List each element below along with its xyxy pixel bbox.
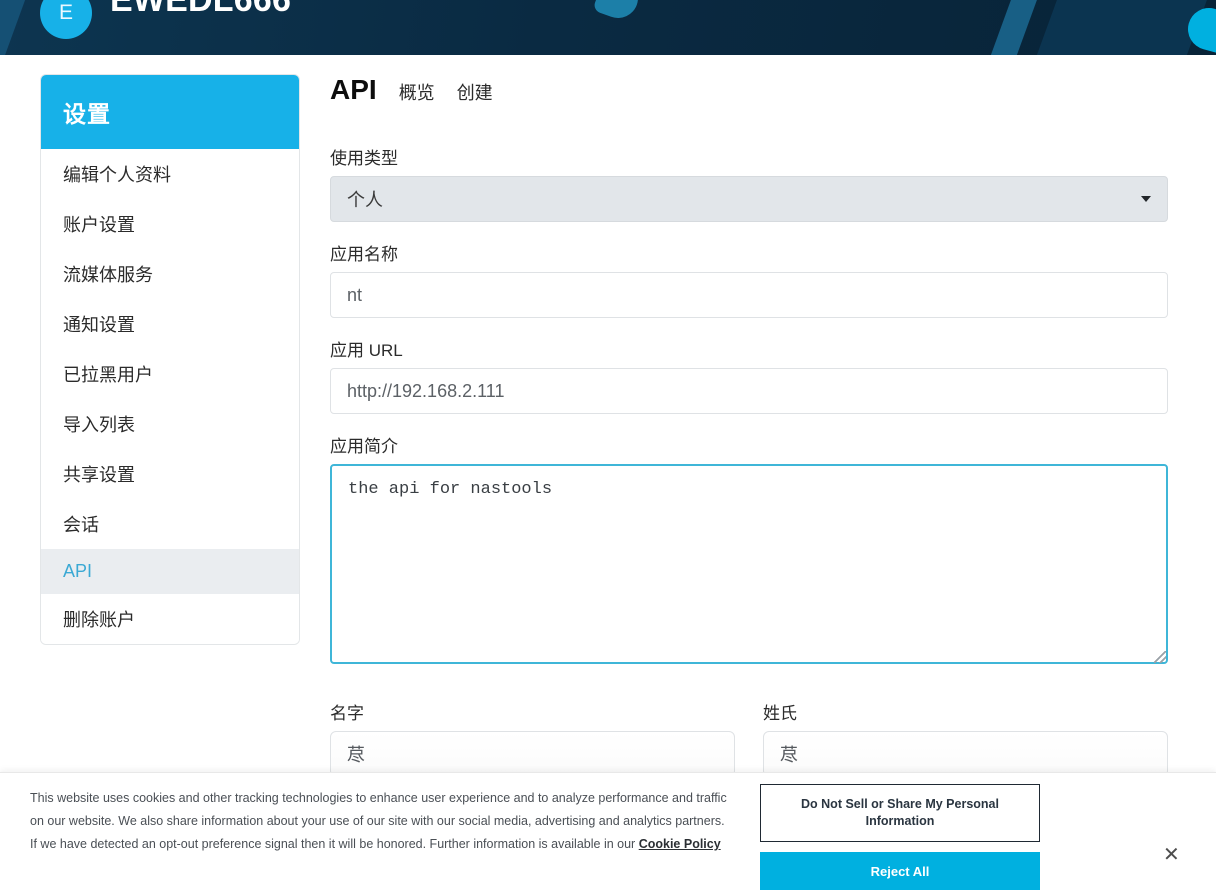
reject-all-button[interactable]: Reject All [760,852,1040,890]
sidebar-item-edit-profile[interactable]: 编辑个人资料 [41,149,299,199]
api-settings-panel: API 概览 创建 使用类型 个人 应用名称 应用 URL 应用简介 the a… [330,74,1170,777]
sidebar-item-sharing-settings[interactable]: 共享设置 [41,449,299,499]
last-name-label: 姓氏 [763,704,797,723]
sidebar-item-api[interactable]: API [41,549,299,594]
sidebar-item-streaming-services[interactable]: 流媒体服务 [41,249,299,299]
app-url-input[interactable] [330,368,1168,414]
field-usage-type: 使用类型 个人 [330,144,1170,222]
last-name-input[interactable] [763,731,1168,777]
field-app-description: 应用简介 the api for nastools [330,432,1170,669]
app-url-label: 应用 URL [330,341,403,360]
sidebar-item-blocked-users[interactable]: 已拉黑用户 [41,349,299,399]
chevron-down-icon [1141,196,1151,202]
field-app-url: 应用 URL [330,336,1170,414]
tab-overview[interactable]: 概览 [399,79,435,105]
field-first-name: 名字 [330,699,735,777]
cookie-consent-text: This website uses cookies and other trac… [30,787,730,856]
sidebar-item-import-lists[interactable]: 导入列表 [41,399,299,449]
app-name-input[interactable] [330,272,1168,318]
sidebar-item-notification-settings[interactable]: 通知设置 [41,299,299,349]
first-name-label: 名字 [330,704,364,723]
sidebar-item-delete-account[interactable]: 删除账户 [41,594,299,644]
cookie-policy-link[interactable]: Cookie Policy [639,837,721,851]
usage-type-value: 个人 [347,190,383,210]
name-fields-row: 名字 姓氏 [330,699,1170,777]
field-app-name: 应用名称 [330,240,1170,318]
username-title: EWEDL666 [110,0,292,19]
first-name-input[interactable] [330,731,735,777]
app-name-label: 应用名称 [330,245,398,264]
app-description-textarea[interactable]: the api for nastools [330,464,1168,664]
close-icon[interactable]: ✕ [1163,845,1180,865]
sidebar-header: 设置 [41,75,299,149]
usage-type-select[interactable]: 个人 [330,176,1168,222]
tab-create[interactable]: 创建 [457,79,493,105]
app-header-banner: E EWEDL666 [0,0,1216,55]
usage-type-label: 使用类型 [330,149,398,168]
avatar-initial: E [58,1,73,24]
sidebar-item-sessions[interactable]: 会话 [41,499,299,549]
settings-sidebar: 设置 编辑个人资料 账户设置 流媒体服务 通知设置 已拉黑用户 导入列表 共享设… [40,74,300,645]
do-not-sell-button[interactable]: Do Not Sell or Share My Personal Informa… [760,784,1040,842]
cookie-consent-banner: This website uses cookies and other trac… [0,772,1216,890]
app-description-label: 应用简介 [330,437,398,456]
app-description-wrapper: the api for nastools [330,464,1170,669]
field-last-name: 姓氏 [763,699,1168,777]
cookie-text-body: This website uses cookies and other trac… [30,791,727,852]
sidebar-item-account-settings[interactable]: 账户设置 [41,199,299,249]
page-header: API 概览 创建 [330,74,1170,106]
page-title: API [330,74,377,105]
